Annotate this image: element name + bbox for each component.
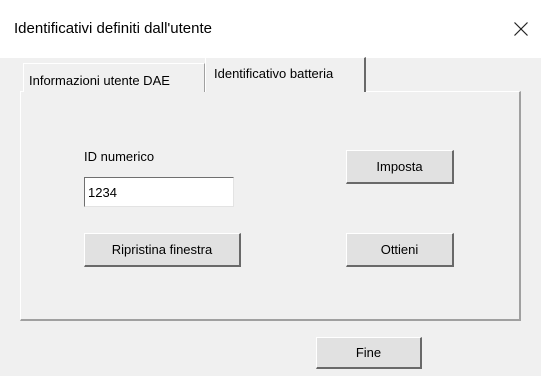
window-title: Identificativi definiti dall'utente: [14, 20, 212, 37]
close-button[interactable]: [501, 12, 541, 46]
close-icon: [514, 22, 528, 36]
ottieni-button[interactable]: Ottieni: [346, 233, 454, 267]
ripristina-finestra-button[interactable]: Ripristina finestra: [84, 233, 241, 267]
title-bar: Identificativi definiti dall'utente: [0, 0, 541, 58]
tab-identificativo-batteria[interactable]: Identificativo batteria: [205, 57, 366, 92]
id-numerico-input[interactable]: [84, 177, 234, 207]
tab-informazioni-utente[interactable]: Informazioni utente DAE: [23, 63, 205, 92]
id-numerico-label: ID numerico: [84, 149, 155, 164]
fine-button[interactable]: Fine: [316, 337, 422, 369]
imposta-button[interactable]: Imposta: [346, 150, 454, 184]
